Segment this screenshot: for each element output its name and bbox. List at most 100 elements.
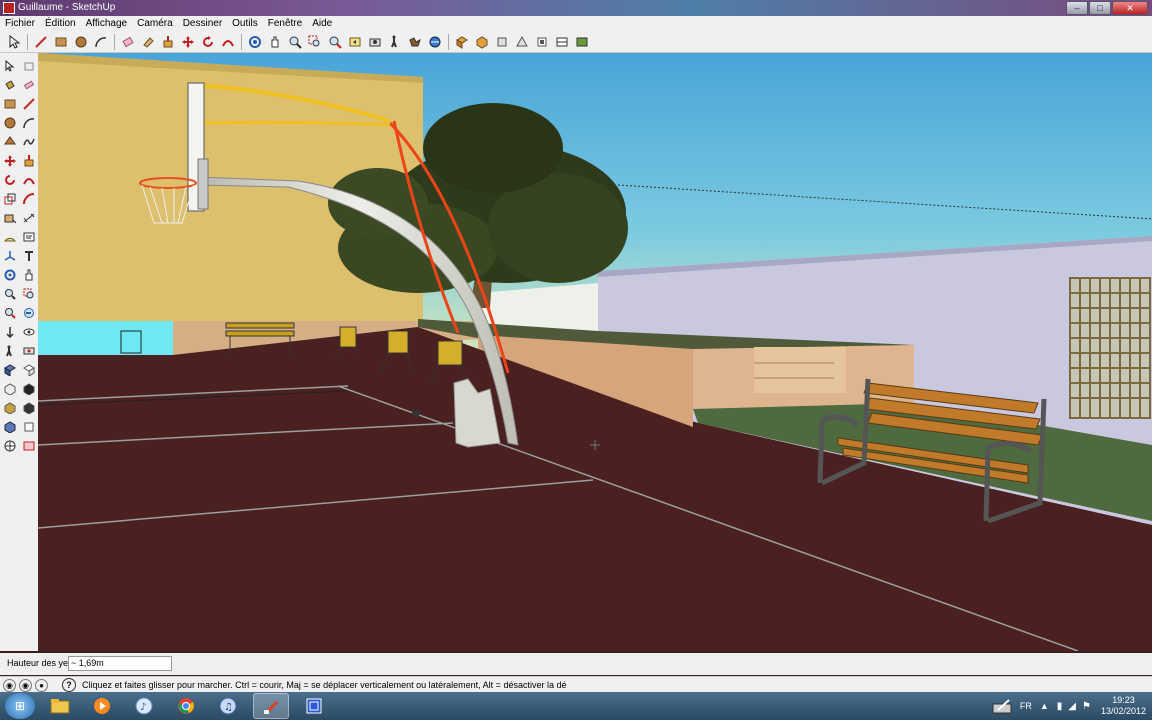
protractor-icon[interactable] xyxy=(2,229,17,244)
menu-affichage[interactable]: Affichage xyxy=(81,16,133,31)
arc-icon[interactable] xyxy=(21,115,36,130)
flag-icon[interactable]: ⚑ xyxy=(1082,701,1091,712)
menu-dessiner[interactable]: Dessiner xyxy=(178,16,227,31)
offset-icon[interactable] xyxy=(21,191,36,206)
select-icon[interactable] xyxy=(2,58,17,73)
arc-icon[interactable] xyxy=(93,34,109,50)
top-icon[interactable] xyxy=(21,362,36,377)
select-icon[interactable] xyxy=(6,34,22,50)
circle-icon[interactable] xyxy=(73,34,89,50)
line-icon[interactable] xyxy=(21,96,36,111)
shadows-icon[interactable] xyxy=(2,419,17,434)
itunes-icon[interactable]: ♪ xyxy=(127,694,161,718)
drawing-viewport[interactable] xyxy=(38,53,1152,651)
itunes-alt-icon[interactable]: ♫ xyxy=(211,694,245,718)
rotate-icon[interactable] xyxy=(200,34,216,50)
zoom-extents-icon[interactable] xyxy=(327,34,343,50)
front-icon[interactable] xyxy=(2,381,17,396)
look-around-icon[interactable] xyxy=(407,34,423,50)
line-icon[interactable] xyxy=(33,34,49,50)
paint-icon[interactable] xyxy=(140,34,156,50)
back-icon[interactable] xyxy=(2,400,17,415)
menu-fenetre[interactable]: Fenêtre xyxy=(263,16,307,31)
eraser-icon[interactable] xyxy=(120,34,136,50)
push-pull-icon[interactable] xyxy=(160,34,176,50)
follow-me-icon[interactable] xyxy=(21,172,36,187)
credits-icon[interactable]: ◉ xyxy=(19,678,32,692)
pen-input-icon[interactable] xyxy=(992,698,1012,714)
push-pull-icon[interactable] xyxy=(21,153,36,168)
maximize-button[interactable]: □ xyxy=(1089,1,1111,15)
follow-me-icon[interactable] xyxy=(220,34,236,50)
menu-camera[interactable]: Caméra xyxy=(132,16,178,31)
pan-icon[interactable] xyxy=(21,267,36,282)
position-camera-icon[interactable] xyxy=(2,324,17,339)
zoom-icon[interactable] xyxy=(2,286,17,301)
capture-icon[interactable] xyxy=(297,694,331,718)
shadows-icon[interactable] xyxy=(574,34,590,50)
look-around-icon[interactable] xyxy=(21,324,36,339)
iso-icon[interactable] xyxy=(2,362,17,377)
circle-icon[interactable] xyxy=(2,115,17,130)
right-view-icon[interactable] xyxy=(494,34,510,50)
start-button[interactable]: ⊞ xyxy=(5,693,35,719)
geo-location-icon[interactable]: ◉ xyxy=(3,678,16,692)
rectangle-icon[interactable] xyxy=(2,96,17,111)
menu-fichier[interactable]: Fichier xyxy=(0,16,40,31)
add-location-icon[interactable] xyxy=(2,438,17,453)
minimize-button[interactable]: – xyxy=(1066,1,1088,15)
rotate-icon[interactable] xyxy=(2,172,17,187)
right-icon[interactable] xyxy=(21,381,36,396)
orbit-icon[interactable] xyxy=(2,267,17,282)
menu-aide[interactable]: Aide xyxy=(307,16,337,31)
help-icon[interactable]: ? xyxy=(62,678,76,692)
vcb-input[interactable]: ~ 1,69m xyxy=(68,656,172,671)
sketchup-app-icon[interactable] xyxy=(3,2,15,14)
position-camera-icon[interactable] xyxy=(367,34,383,50)
user-icon[interactable]: ● xyxy=(35,678,48,692)
iso-view-icon[interactable] xyxy=(427,34,443,50)
sketchup-icon[interactable] xyxy=(253,693,289,719)
section-plane-icon[interactable] xyxy=(21,343,36,358)
move-icon[interactable] xyxy=(2,153,17,168)
make-component-icon[interactable] xyxy=(21,58,36,73)
back-view-icon[interactable] xyxy=(514,34,530,50)
zoom-extents-icon[interactable] xyxy=(2,305,17,320)
close-button[interactable]: ✕ xyxy=(1112,1,1148,15)
previous-icon[interactable] xyxy=(21,305,36,320)
eraser-icon[interactable] xyxy=(21,77,36,92)
3d-scene[interactable] xyxy=(38,53,1152,651)
scale-icon[interactable] xyxy=(2,191,17,206)
toggle-terrain-icon[interactable] xyxy=(21,438,36,453)
move-icon[interactable] xyxy=(180,34,196,50)
volume-icon[interactable]: ◢ xyxy=(1068,701,1076,712)
language-indicator[interactable]: FR xyxy=(1020,701,1032,711)
rectangle-icon[interactable] xyxy=(53,34,69,50)
dimension-icon[interactable] xyxy=(21,210,36,225)
zoom-icon[interactable] xyxy=(287,34,303,50)
tape-measure-icon[interactable] xyxy=(2,210,17,225)
axes-icon[interactable] xyxy=(2,248,17,263)
3d-text-icon[interactable] xyxy=(21,248,36,263)
tray-arrow-icon[interactable]: ▲ xyxy=(1040,701,1049,711)
polygon-icon[interactable] xyxy=(2,134,17,149)
text-icon[interactable] xyxy=(21,229,36,244)
media-player-icon[interactable] xyxy=(85,694,119,718)
zoom-window-icon[interactable] xyxy=(21,286,36,301)
orbit-icon[interactable] xyxy=(247,34,263,50)
section-view-icon[interactable] xyxy=(554,34,570,50)
walk-icon[interactable] xyxy=(2,343,17,358)
left-view-icon[interactable] xyxy=(534,34,550,50)
chrome-icon[interactable] xyxy=(169,694,203,718)
menu-outils[interactable]: Outils xyxy=(227,16,263,31)
explorer-icon[interactable] xyxy=(43,694,77,718)
front-view-icon[interactable] xyxy=(474,34,490,50)
freehand-icon[interactable] xyxy=(21,134,36,149)
clock[interactable]: 19:23 13/02/2012 xyxy=(1101,695,1146,717)
network-icon[interactable]: ▮ xyxy=(1057,701,1063,712)
menu-edition[interactable]: Édition xyxy=(40,16,81,31)
previous-view-icon[interactable] xyxy=(347,34,363,50)
zoom-window-icon[interactable] xyxy=(307,34,323,50)
fog-icon[interactable] xyxy=(21,419,36,434)
top-view-icon[interactable] xyxy=(454,34,470,50)
